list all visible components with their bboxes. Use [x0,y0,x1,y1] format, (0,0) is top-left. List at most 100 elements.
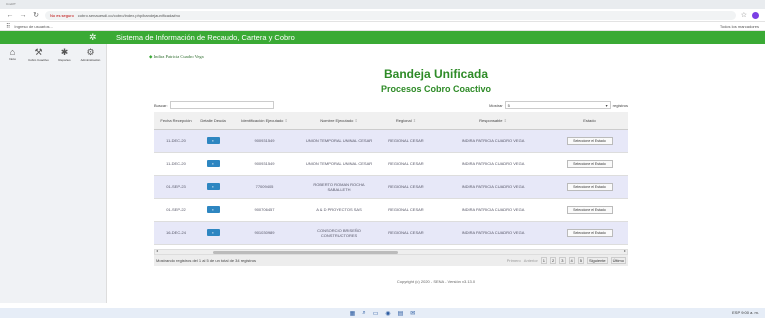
task-view-icon[interactable]: ▭ [373,310,379,317]
registros-label: registros [612,102,628,108]
clock[interactable]: 9:00 a. m. [741,310,759,315]
page-subtitle: Procesos Cobro Coactivo [380,84,492,94]
table-panel: Buscar: Mostrar 5 ▾ registros Fecha Rece… [154,99,628,266]
scroll-left-icon[interactable]: ◂ [156,248,158,253]
scrollbar-thumb[interactable] [213,250,398,254]
page-button-4[interactable]: 4 [568,256,575,264]
cell-fecha: 11-DEC-20 [154,152,198,176]
page-button-3[interactable]: 3 [559,256,566,264]
page-button-1[interactable]: 1 [540,256,548,264]
page-size-control: Mostrar 5 ▾ registros [489,101,628,109]
column-header-regional[interactable]: Regional ⇕ [377,112,435,130]
app-title: Sistema de Información de Recaudo, Carte… [116,33,295,42]
column-header-fecha[interactable]: Fecha Recepción [154,112,198,130]
detail-button[interactable]: ▪ [206,206,220,213]
search-icon[interactable]: ⌕ [362,310,365,317]
horizontal-scrollbar[interactable]: ◂ ▸ [154,248,628,255]
url-text: cobro.senauesdi.co/cobro/index.php/bande… [77,12,181,18]
back-icon[interactable]: ← [6,12,14,19]
tab-label[interactable]: Cmd/IT [6,2,16,6]
windows-start-icon[interactable]: ▦ [350,310,356,317]
sidebar-item-cobro-coactivo[interactable]: ⚒ Cobro Coactivo [28,47,49,62]
bookmark-item[interactable]: Ingreso de usuarios... [14,24,52,29]
table-row: 11-DEC-20 ▪ 900931549 UNION TEMPORAL UNI… [154,129,628,153]
sidebar-item-label: Administración [80,58,101,62]
table-footer: Mostrando registros del 1 al 5 de un tot… [154,254,628,266]
browser-icon[interactable]: ◉ [385,310,390,317]
search-label: Buscar: [154,102,168,108]
address-bar: ← → ↻ No es seguro cobro.senauesdi.co/co… [0,9,765,22]
column-header-estado[interactable]: Estado [551,112,628,130]
pagination: Primero Anterior 1 2 3 4 5 Siguiente Últ… [507,256,626,264]
main-content: ◆ Indira Patricia Cuadro Vega Bandeja Un… [107,44,765,303]
reload-icon[interactable]: ↻ [32,11,40,19]
estado-select[interactable]: Seleccione el Estado [566,182,613,191]
app-header: ✲ Sistema de Información de Recaudo, Car… [0,31,765,44]
cell-responsable: INDIRA PATRICIA CUADRO VEGA [435,221,551,245]
star-icon[interactable]: ☆ [741,11,747,19]
sidebar-item-inicio[interactable]: ⌂ Inicio [4,47,21,62]
sort-icon: ⇕ [503,117,507,123]
table-header-row: Fecha Recepción Detalle Deuda Identifica… [154,112,628,130]
cell-regional: REGIONAL CESAR [377,175,435,199]
records-info: Mostrando registros del 1 al 5 de un tot… [156,257,257,263]
url-field[interactable]: No es seguro cobro.senauesdi.co/cobro/in… [45,10,736,20]
page-button-5[interactable]: 5 [577,256,584,264]
forward-icon[interactable]: → [19,12,27,19]
scroll-right-icon[interactable]: ▸ [624,248,626,253]
last-page-button[interactable]: Último [610,256,626,264]
estado-select[interactable]: Seleccione el Estado [566,136,613,145]
search-input[interactable] [169,101,274,109]
profile-avatar[interactable] [752,11,759,19]
table-row: 01-SEP-23 ▪ 77009405 ROBERTO ROMAN ROCHA… [154,175,628,199]
cell-responsable: INDIRA PATRICIA CUADRO VEGA [435,152,551,176]
cell-nombre: ROBERTO ROMAN ROCHA SABALLETH [301,175,377,199]
cell-fecha: 16-DEC-24 [154,221,198,245]
user-name: ◆ Indira Patricia Cuadro Vega [149,54,204,60]
detail-button[interactable]: ▪ [206,137,220,144]
os-taskbar: ▦ ⌕ ▭ ◉ ▤ ✉ ESP 9:00 a. m. [0,308,765,318]
cell-fecha: 01-SEP-23 [154,175,198,199]
language-indicator[interactable]: ESP [732,310,740,315]
detail-button[interactable]: ▪ [206,160,220,167]
system-tray: ESP 9:00 a. m. [732,310,759,315]
cell-regional: REGIONAL CESAR [377,152,435,176]
estado-select[interactable]: Seleccione el Estado [566,159,613,168]
cell-id: 900931549 [228,129,301,153]
detail-button[interactable]: ▪ [206,229,220,236]
page-button-2[interactable]: 2 [550,256,557,264]
folder-icon[interactable]: ▤ [398,310,404,317]
bookmarks-bar: ⠿ Ingreso de usuarios... Todos los marca… [0,22,765,31]
previous-page-button[interactable]: Anterior [524,258,538,263]
first-page-button[interactable]: Primero [507,258,521,263]
column-header-detalle[interactable]: Detalle Deuda [198,112,228,130]
cell-responsable: INDIRA PATRICIA CUADRO VEGA [435,198,551,222]
sidebar-item-label: Inicio [8,57,16,61]
all-bookmarks[interactable]: Todos los marcadores [720,24,759,29]
cell-id: 901030989 [228,221,301,245]
page-size-select[interactable]: 5 ▾ [504,101,611,109]
detail-button[interactable]: ▪ [206,183,220,190]
column-header-nombre[interactable]: Nombre Ejecutado ⇕ [301,112,377,130]
cell-regional: REGIONAL CESAR [377,221,435,245]
sena-logo-icon: ✲ [89,32,97,42]
column-header-identificacion[interactable]: Identificación Ejecutado ⇕ [228,112,301,130]
estado-select[interactable]: Seleccione el Estado [566,228,613,237]
not-secure-label[interactable]: No es seguro [50,13,74,18]
table-controls: Buscar: Mostrar 5 ▾ registros [154,99,628,111]
apps-icon[interactable]: ⠿ [6,23,10,30]
mail-icon[interactable]: ✉ [410,310,415,317]
page-title: Bandeja Unificada [383,67,489,81]
sidebar-item-reportes[interactable]: ✱ Reportes [56,47,73,62]
sidebar: ⌂ Inicio ⚒ Cobro Coactivo ✱ Reportes ⚙ A… [0,44,107,303]
reports-icon: ✱ [60,47,69,57]
column-header-responsable[interactable]: Responsable ⇕ [435,112,551,130]
page-size-value: 5 [507,102,510,108]
chevron-down-icon: ▾ [605,102,608,108]
estado-select[interactable]: Seleccione el Estado [566,205,613,214]
sidebar-item-administracion[interactable]: ⚙ Administración [80,47,101,62]
next-page-button[interactable]: Siguiente [586,256,608,264]
sidebar-item-label: Cobro Coactivo [28,58,49,62]
gavel-icon: ⚒ [34,47,43,57]
cell-fecha: 11-DEC-20 [154,129,198,153]
